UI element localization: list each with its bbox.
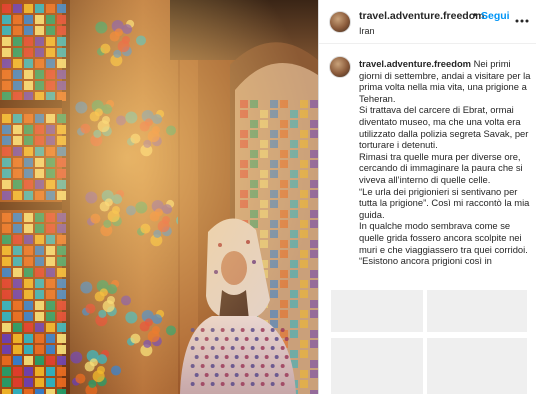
post-header: travel.adventure.freedom • Segui Iran	[319, 0, 536, 44]
caption-username[interactable]: travel.adventure.freedom	[359, 58, 471, 69]
caption-paragraph: In qualche modo sembrava come se quelle …	[359, 220, 528, 255]
caption-text: travel.adventure.freedom Nei primi giorn…	[359, 58, 531, 267]
caption-paragraph: Si trattava del carcere di Ebrat, ormai …	[359, 104, 529, 151]
more-options-icon[interactable]	[515, 14, 529, 28]
loading-placeholder	[427, 338, 527, 394]
post-location[interactable]: Iran	[359, 26, 375, 36]
caption-paragraph: Rimasi tra quelle mura per diverse ore, …	[359, 150, 523, 185]
loading-placeholder	[331, 290, 423, 332]
caption-first-paragraph: travel.adventure.freedom Nei primi giorn…	[359, 58, 531, 104]
loading-placeholder	[331, 338, 423, 394]
caption-paragraph: “Esistono ancora prigioni così in	[359, 255, 492, 267]
author-username[interactable]: travel.adventure.freedom	[359, 10, 484, 22]
caption-paragraph: “Le urla dei prigionieri si sentivano pe…	[359, 185, 530, 220]
loading-placeholder	[427, 290, 527, 332]
follow-button[interactable]: Segui	[481, 10, 510, 22]
post-caption: travel.adventure.freedom Nei primi giorn…	[329, 56, 533, 288]
caption-author-avatar[interactable]	[329, 56, 351, 78]
separator-dot: •	[473, 9, 477, 21]
mosque-stained-glass-image	[0, 0, 318, 394]
post-photo[interactable]	[0, 0, 318, 394]
author-avatar[interactable]	[329, 11, 351, 33]
post-side-panel: travel.adventure.freedom • Segui Iran tr…	[318, 0, 536, 394]
